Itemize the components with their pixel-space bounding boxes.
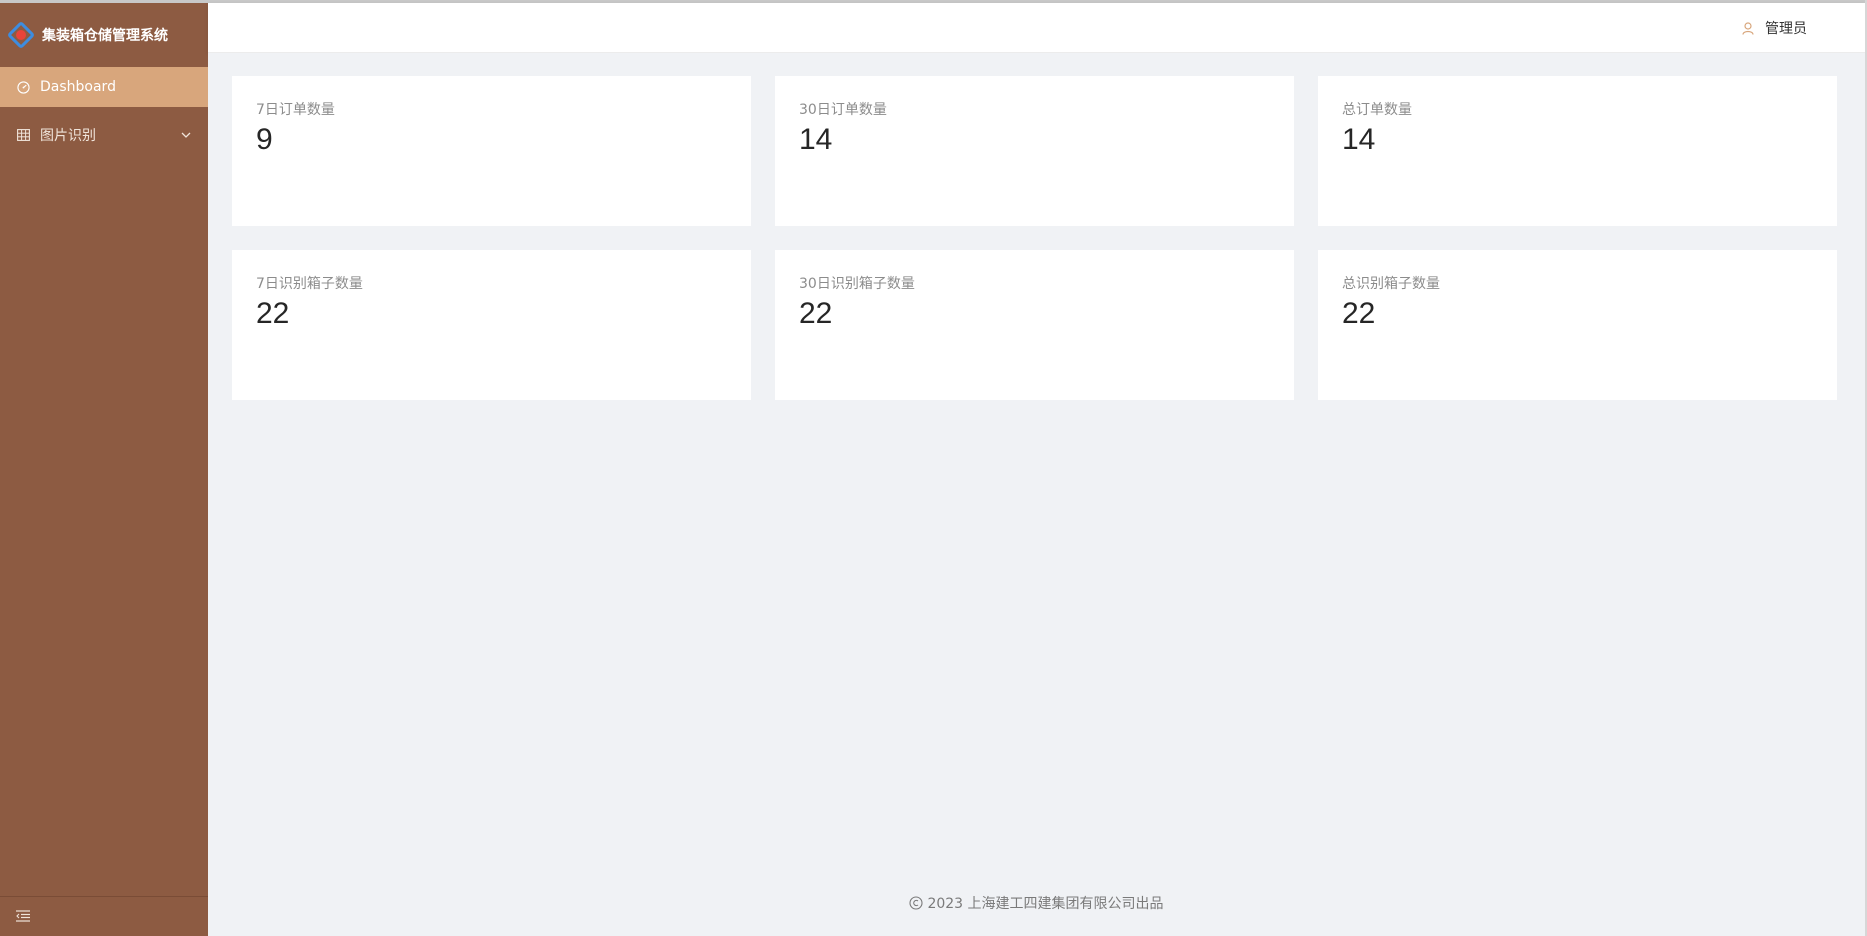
user-menu[interactable]: 管理员 xyxy=(1741,3,1807,53)
top-header: 管理员 xyxy=(208,3,1865,53)
stat-card-30d-orders: 30日订单数量 14 xyxy=(775,76,1294,226)
user-icon xyxy=(1741,21,1755,35)
stat-value: 14 xyxy=(799,123,833,156)
stat-title: 总订单数量 xyxy=(1342,102,1412,118)
chevron-down-icon xyxy=(180,129,192,141)
menu-fold-icon xyxy=(16,907,30,926)
sidebar-collapse-button[interactable] xyxy=(0,896,208,936)
stat-title: 30日订单数量 xyxy=(799,102,887,118)
logo[interactable]: 集装箱仓储管理系统 xyxy=(0,3,208,67)
stat-card-total-orders: 总订单数量 14 xyxy=(1318,76,1837,226)
stat-title: 7日订单数量 xyxy=(256,102,335,118)
sidebar-item-label: Dashboard xyxy=(40,79,116,95)
stats-grid: 7日订单数量 9 30日订单数量 14 总订单数量 14 7日识别箱子数量 22… xyxy=(232,76,1837,400)
stat-value: 9 xyxy=(256,123,273,156)
dashboard-icon xyxy=(16,80,30,94)
stat-card-total-boxes: 总识别箱子数量 22 xyxy=(1318,250,1837,400)
stat-value: 22 xyxy=(1342,297,1376,330)
main-content: 7日订单数量 9 30日订单数量 14 总订单数量 14 7日识别箱子数量 22… xyxy=(208,53,1865,936)
stat-card-7d-boxes: 7日识别箱子数量 22 xyxy=(232,250,751,400)
copyright-icon xyxy=(909,896,924,910)
stat-title: 30日识别箱子数量 xyxy=(799,276,915,292)
stat-card-7d-orders: 7日订单数量 9 xyxy=(232,76,751,226)
stat-value: 22 xyxy=(256,297,290,330)
table-icon xyxy=(16,128,30,142)
stat-value: 22 xyxy=(799,297,833,330)
logo-icon xyxy=(6,20,36,50)
sidebar-item-image-recognition[interactable]: 图片识别 xyxy=(0,115,208,155)
app-window: 集装箱仓储管理系统 Dashboard 图片识别 管理员 7日订单数量 9 30… xyxy=(0,0,1867,936)
stat-value: 14 xyxy=(1342,123,1376,156)
sidebar-item-dashboard[interactable]: Dashboard xyxy=(0,67,208,107)
app-title: 集装箱仓储管理系统 xyxy=(42,28,168,44)
footer: 2023 上海建工四建集团有限公司出品 xyxy=(208,893,1865,913)
stat-title: 总识别箱子数量 xyxy=(1342,276,1440,292)
sidebar: 集装箱仓储管理系统 Dashboard 图片识别 xyxy=(0,3,208,936)
stat-card-30d-boxes: 30日识别箱子数量 22 xyxy=(775,250,1294,400)
sidebar-item-label: 图片识别 xyxy=(40,128,96,144)
user-name: 管理员 xyxy=(1765,21,1807,37)
stat-title: 7日识别箱子数量 xyxy=(256,276,363,292)
footer-text: 2023 上海建工四建集团有限公司出品 xyxy=(927,896,1164,912)
